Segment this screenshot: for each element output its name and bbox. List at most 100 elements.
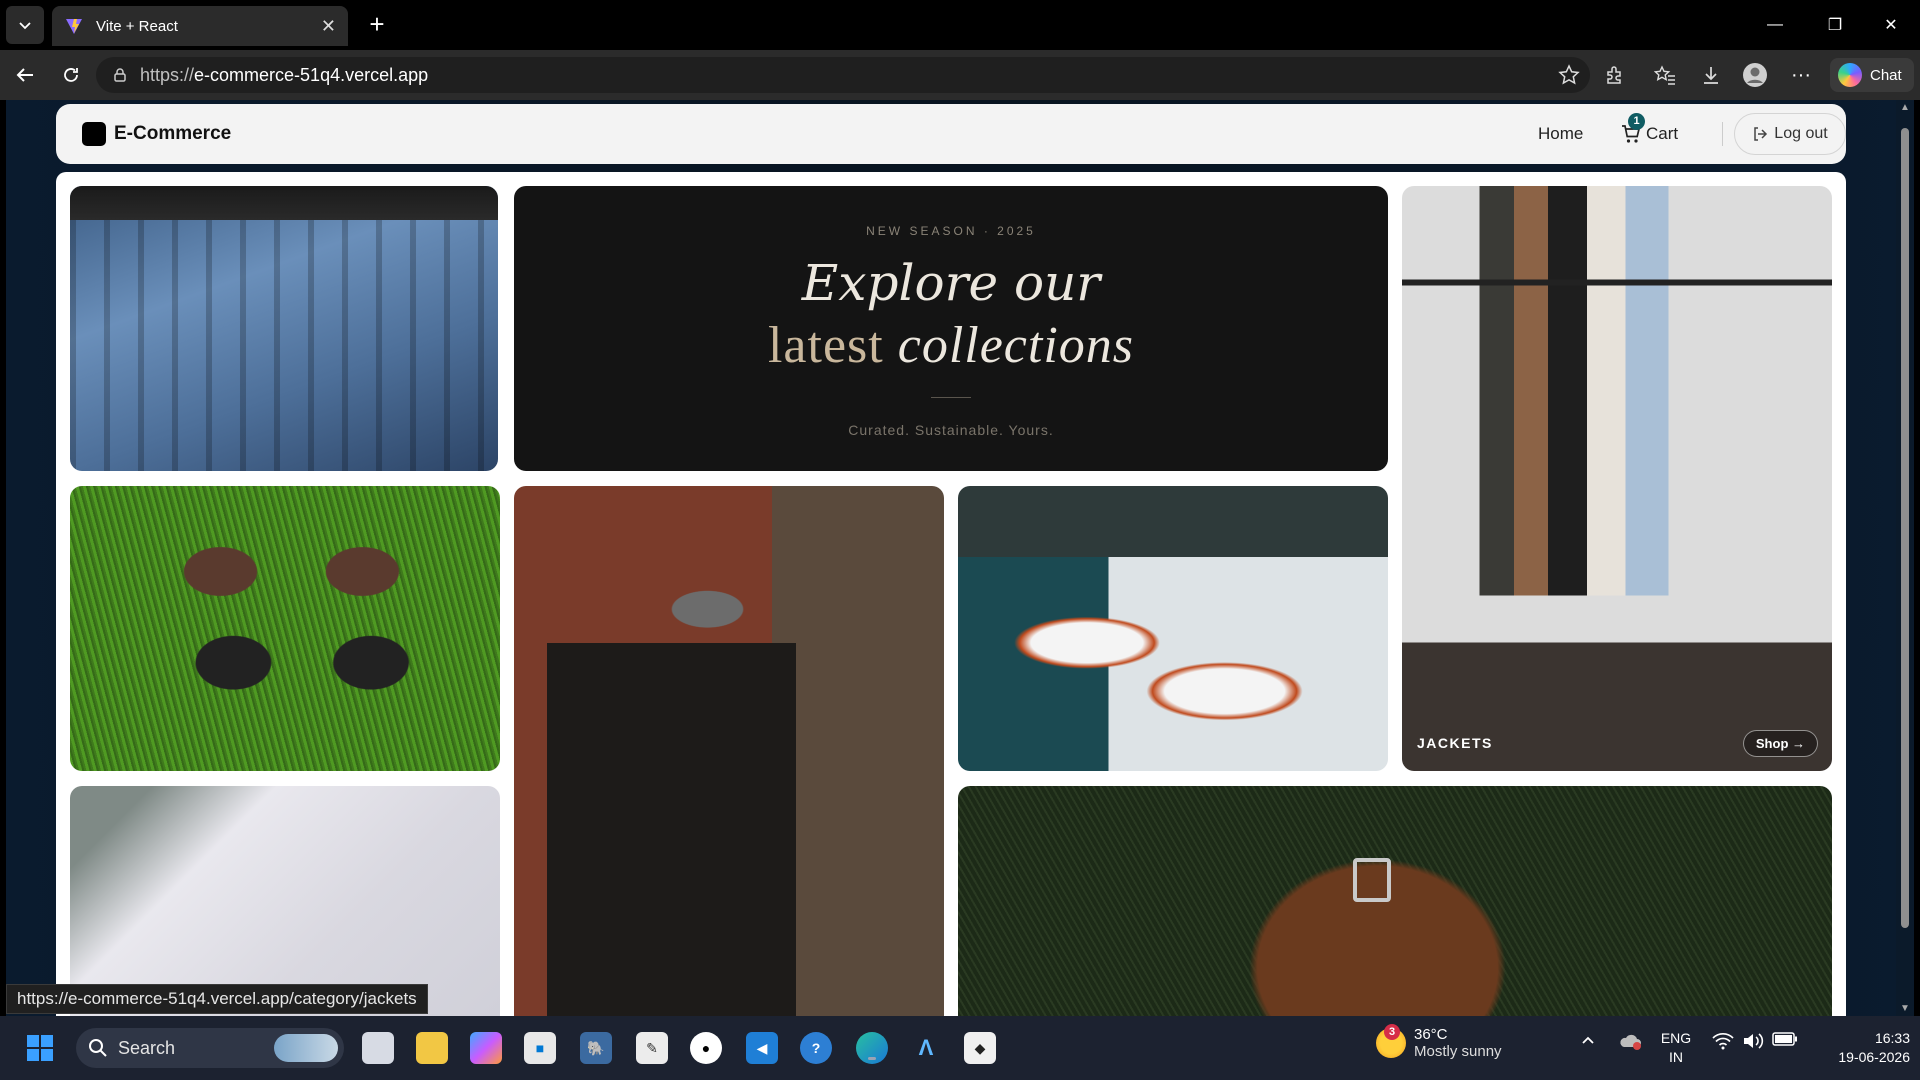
search-icon xyxy=(89,1039,107,1057)
reload-button[interactable] xyxy=(58,62,84,88)
favorites-list-icon xyxy=(1654,65,1675,85)
category-card-suits[interactable] xyxy=(514,486,944,1016)
cart-count-badge: 1 xyxy=(1628,113,1645,130)
cart-label: Cart xyxy=(1646,124,1679,143)
jackets-shop-button[interactable]: Shop → xyxy=(1742,730,1818,757)
site-info-icon[interactable] xyxy=(112,67,128,83)
battery-icon[interactable] xyxy=(1770,1032,1800,1046)
downloads-button[interactable] xyxy=(1698,62,1724,88)
favorite-star-button[interactable] xyxy=(1556,62,1582,88)
extensions-button[interactable] xyxy=(1602,62,1628,88)
page-viewport: E-Commerce Home 1 Cart Log out NEW SEASO… xyxy=(6,100,1914,1016)
hero-tagline: Curated. Sustainable. Yours. xyxy=(848,422,1054,438)
nav-cart-link[interactable]: 1 Cart xyxy=(1620,113,1679,145)
box-app-icon[interactable]: ◆ xyxy=(964,1032,996,1064)
puzzle-icon xyxy=(1607,66,1621,84)
logout-label: Log out xyxy=(1774,125,1828,142)
hero-eyebrow: NEW SEASON · 2025 xyxy=(866,224,1036,238)
avatar-icon xyxy=(1743,63,1767,87)
category-card-jackets[interactable]: JACKETS Shop → xyxy=(1402,186,1832,771)
more-menu-button[interactable]: ··· xyxy=(1788,62,1814,88)
windows-taskbar: Search ■ 🐘 ✎ ● ◀ ? Λ ◆ 3 36°C Mostly sun… xyxy=(0,1016,1920,1080)
minimize-button[interactable]: — xyxy=(1748,0,1802,50)
favorites-button[interactable] xyxy=(1652,62,1678,88)
sunny-weather-icon: 3 xyxy=(1376,1024,1406,1058)
url-protocol: https:// xyxy=(140,64,195,85)
close-tab-icon[interactable]: ✕ xyxy=(321,16,336,37)
tab-list-button[interactable] xyxy=(6,6,44,44)
taskbar-search[interactable]: Search xyxy=(76,1028,344,1068)
language-code: ENG xyxy=(1660,1030,1692,1046)
weather-widget[interactable]: 3 36°C Mostly sunny xyxy=(1376,1024,1502,1060)
scrollbar-thumb[interactable] xyxy=(1901,128,1909,928)
help-icon[interactable]: ? xyxy=(800,1032,832,1064)
download-icon xyxy=(1704,67,1718,84)
browser-tab-bar: Vite + React ✕ + — ❐ ✕ xyxy=(0,0,1920,50)
brand-logo-link[interactable]: E-Commerce xyxy=(82,122,231,146)
address-bar[interactable]: https://e-commerce-51q4.vercel.app xyxy=(96,57,1590,93)
nav-home-link[interactable]: Home xyxy=(1538,124,1583,144)
notepad-icon[interactable]: ✎ xyxy=(636,1032,668,1064)
volume-icon[interactable] xyxy=(1740,1032,1766,1050)
star-icon xyxy=(1558,64,1580,85)
file-explorer-icon[interactable] xyxy=(416,1032,448,1064)
postgresql-icon[interactable]: 🐘 xyxy=(580,1032,612,1064)
windows-logo-icon xyxy=(27,1035,53,1061)
start-button[interactable] xyxy=(24,1032,56,1064)
hero-headline-collections: collections xyxy=(897,317,1134,374)
show-hidden-icons-button[interactable] xyxy=(1576,1032,1600,1048)
clock-date: 19-06-2026 xyxy=(1838,1049,1910,1065)
onedrive-icon[interactable] xyxy=(1616,1032,1644,1050)
weather-desc: Mostly sunny xyxy=(1414,1043,1502,1060)
scroll-up-arrow-icon[interactable]: ▲ xyxy=(1899,102,1911,113)
link-status-bubble: https://e-commerce-51q4.vercel.app/categ… xyxy=(6,984,428,1014)
vite-favicon-icon xyxy=(66,19,82,34)
edge-browser-icon[interactable] xyxy=(856,1032,888,1064)
browser-toolbar: https://e-commerce-51q4.vercel.app ··· C… xyxy=(0,50,1920,100)
logout-button[interactable]: Log out xyxy=(1734,113,1846,155)
browser-tab[interactable]: Vite + React ✕ xyxy=(52,6,348,46)
category-card-jeans[interactable] xyxy=(70,186,498,471)
github-icon[interactable]: ● xyxy=(690,1032,722,1064)
system-clock[interactable]: 16:33 19-06-2026 xyxy=(1810,1029,1910,1067)
hero-headline-line2: latest collections xyxy=(768,316,1134,375)
wifi-icon[interactable] xyxy=(1710,1032,1736,1050)
chat-label: Chat xyxy=(1870,66,1902,84)
chevron-up-icon xyxy=(1582,1036,1594,1044)
page-scrollbar[interactable]: ▲ ▼ xyxy=(1896,100,1914,1016)
back-button[interactable] xyxy=(12,62,38,88)
weather-temp: 36°C xyxy=(1414,1026,1448,1043)
copilot-chat-button[interactable]: Chat xyxy=(1830,58,1914,92)
clock-time: 16:33 xyxy=(1874,1030,1910,1046)
weather-badge: 3 xyxy=(1384,1024,1400,1040)
category-grid: NEW SEASON · 2025 Explore our latest col… xyxy=(56,172,1846,1016)
scroll-down-arrow-icon[interactable]: ▼ xyxy=(1899,1003,1911,1014)
category-card-tshirts[interactable] xyxy=(70,786,500,1016)
new-tab-button[interactable]: + xyxy=(362,10,392,40)
copilot-app-icon[interactable] xyxy=(470,1032,502,1064)
close-window-button[interactable]: ✕ xyxy=(1864,0,1918,50)
tab-title: Vite + React xyxy=(96,17,178,35)
hero-headline-line1: Explore our xyxy=(801,254,1101,312)
hero-headline-latest: latest xyxy=(767,317,884,374)
profile-button[interactable] xyxy=(1742,62,1768,88)
jackets-label: JACKETS xyxy=(1417,735,1493,751)
search-highlight-icon xyxy=(274,1034,338,1062)
category-card-sneakers[interactable] xyxy=(958,486,1388,771)
chevron-down-icon xyxy=(19,22,31,30)
task-view-icon[interactable] xyxy=(362,1032,394,1064)
microsoft-store-icon[interactable]: ■ xyxy=(524,1032,556,1064)
jeans-image-hanger xyxy=(70,186,498,220)
cart-icon-wrap: 1 xyxy=(1620,113,1645,145)
category-card-bags[interactable] xyxy=(958,786,1832,1016)
arc-app-icon[interactable]: Λ xyxy=(910,1032,942,1064)
reload-icon xyxy=(64,68,78,82)
active-app-indicator xyxy=(868,1057,876,1060)
restore-button[interactable]: ❐ xyxy=(1808,0,1862,50)
category-card-sunglasses[interactable] xyxy=(70,486,500,771)
brand-name: E-Commerce xyxy=(114,123,232,144)
vscode-icon[interactable]: ◀ xyxy=(746,1032,778,1064)
site-navbar: E-Commerce Home 1 Cart Log out xyxy=(56,104,1846,164)
taskbar-search-label: Search xyxy=(118,1037,176,1058)
language-indicator[interactable]: ENG IN xyxy=(1656,1029,1696,1067)
